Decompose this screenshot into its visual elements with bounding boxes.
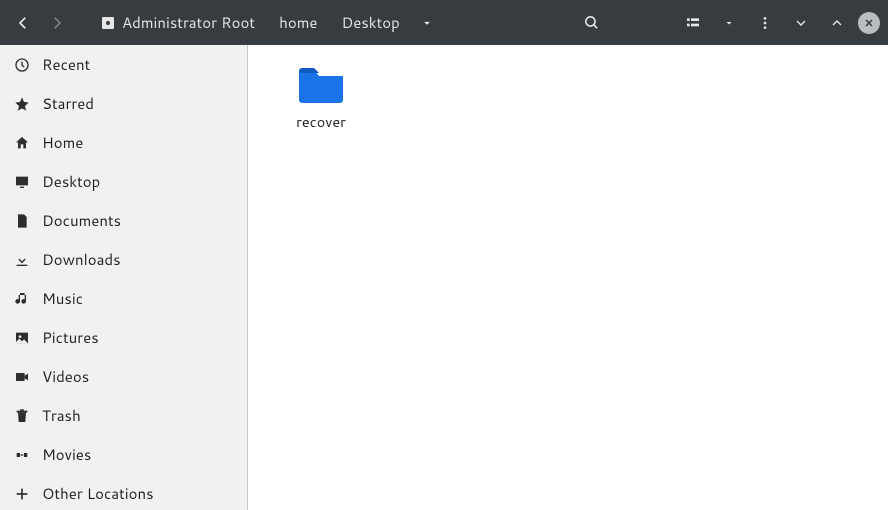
forward-button[interactable] bbox=[42, 8, 72, 38]
sidebar-item-recent[interactable]: Recent bbox=[0, 45, 247, 84]
disk-icon bbox=[100, 15, 116, 31]
path-root-label: Administrator Root bbox=[122, 12, 255, 33]
close-icon bbox=[863, 17, 875, 29]
trash-icon bbox=[14, 408, 30, 424]
clock-icon bbox=[14, 57, 30, 73]
view-list-button[interactable] bbox=[678, 8, 708, 38]
sidebar-item-trash[interactable]: Trash bbox=[0, 396, 247, 435]
kebab-icon bbox=[757, 15, 773, 31]
folder-icon bbox=[297, 63, 345, 103]
pathbar: Administrator Root home Desktop bbox=[88, 6, 442, 39]
path-segment-label: home bbox=[279, 12, 317, 33]
videos-icon bbox=[14, 369, 30, 385]
sidebar-item-label: Other Locations bbox=[42, 483, 154, 504]
header-toolbar: Administrator Root home Desktop bbox=[0, 0, 888, 45]
chevron-up-icon bbox=[829, 15, 845, 31]
content-pane[interactable]: recover bbox=[248, 45, 888, 510]
view-dropdown-button[interactable] bbox=[714, 8, 744, 38]
sidebar-item-label: Pictures bbox=[42, 327, 99, 348]
sidebar-item-other-locations[interactable]: Other Locations bbox=[0, 474, 247, 510]
path-root-admin[interactable]: Administrator Root bbox=[88, 6, 267, 39]
folder-label: recover bbox=[296, 111, 346, 132]
search-icon bbox=[583, 14, 600, 31]
sidebar-item-downloads[interactable]: Downloads bbox=[0, 240, 247, 279]
chevron-down-icon bbox=[723, 17, 735, 29]
close-button[interactable] bbox=[858, 12, 880, 34]
sidebar-item-videos[interactable]: Videos bbox=[0, 357, 247, 396]
sidebar: Recent Starred Home Desktop Documents bbox=[0, 45, 248, 510]
sidebar-item-home[interactable]: Home bbox=[0, 123, 247, 162]
hamburger-menu-button[interactable] bbox=[750, 8, 780, 38]
folder-item-recover[interactable]: recover bbox=[266, 57, 376, 138]
path-segment-label: Desktop bbox=[341, 12, 399, 33]
minimize-button[interactable] bbox=[786, 8, 816, 38]
sidebar-item-music[interactable]: Music bbox=[0, 279, 247, 318]
sidebar-item-label: Documents bbox=[42, 210, 121, 231]
back-button[interactable] bbox=[8, 8, 38, 38]
sidebar-item-pictures[interactable]: Pictures bbox=[0, 318, 247, 357]
list-icon bbox=[685, 15, 701, 31]
documents-icon bbox=[14, 213, 30, 229]
sidebar-item-label: Music bbox=[42, 288, 83, 309]
sidebar-item-starred[interactable]: Starred bbox=[0, 84, 247, 123]
plus-icon bbox=[14, 486, 30, 502]
desktop-icon bbox=[14, 174, 30, 190]
drive-icon bbox=[14, 447, 30, 463]
sidebar-item-label: Home bbox=[42, 132, 83, 153]
toolbar-right bbox=[576, 8, 880, 38]
sidebar-item-label: Starred bbox=[42, 93, 94, 114]
pictures-icon bbox=[14, 330, 30, 346]
sidebar-item-label: Videos bbox=[42, 366, 89, 387]
sidebar-item-label: Downloads bbox=[42, 249, 121, 270]
path-menu-button[interactable] bbox=[412, 8, 442, 38]
search-button[interactable] bbox=[576, 8, 606, 38]
downloads-icon bbox=[14, 252, 30, 268]
sidebar-item-label: Trash bbox=[42, 405, 81, 426]
sidebar-item-label: Movies bbox=[42, 444, 91, 465]
sidebar-item-movies[interactable]: Movies bbox=[0, 435, 247, 474]
sidebar-item-label: Recent bbox=[42, 54, 90, 75]
sidebar-item-desktop[interactable]: Desktop bbox=[0, 162, 247, 201]
path-segment-home[interactable]: home bbox=[267, 6, 329, 39]
music-icon bbox=[14, 291, 30, 307]
home-icon bbox=[14, 135, 30, 151]
star-icon bbox=[14, 96, 30, 112]
sidebar-item-label: Desktop bbox=[42, 171, 100, 192]
path-segment-desktop[interactable]: Desktop bbox=[329, 6, 411, 39]
maximize-button[interactable] bbox=[822, 8, 852, 38]
sidebar-item-documents[interactable]: Documents bbox=[0, 201, 247, 240]
chevron-down-icon bbox=[793, 15, 809, 31]
